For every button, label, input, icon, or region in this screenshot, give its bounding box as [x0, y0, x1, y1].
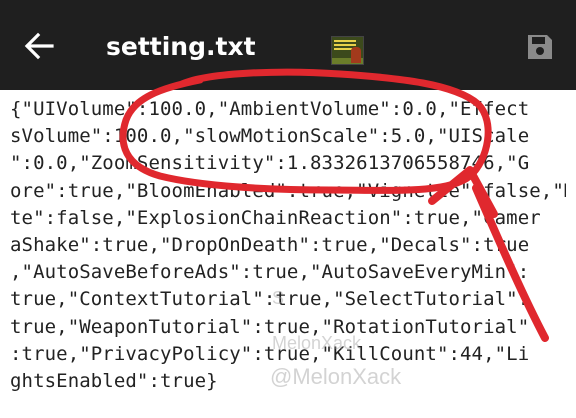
- game-thumbnail: [331, 36, 364, 65]
- file-line: ":0.0,"ZoomSensitivity":1.83326137065587…: [10, 152, 530, 175]
- file-line: ore":true,"BloomEnabled":true,"Vignette"…: [10, 179, 566, 202]
- file-line: te":false,"ExplosionChainReaction":true,…: [10, 206, 541, 229]
- thumbnail-figure: [351, 47, 361, 63]
- floppy-disk-icon: [528, 35, 552, 59]
- app-bar: setting.txt: [0, 0, 576, 90]
- file-content[interactable]: {"UIVolume":100.0,"AmbientVolume":0.0,"E…: [10, 96, 566, 395]
- file-line: ghtsEnabled":true}: [10, 369, 218, 392]
- arrow-left-icon: [24, 32, 54, 60]
- file-line: ,"AutoSaveBeforeAds":true,"AutoSaveEvery…: [10, 261, 530, 284]
- file-line: :true,"PrivacyPolicy":true,"KillCount":4…: [10, 342, 530, 365]
- file-line: aShake":true,"DropOnDeath":true,"Decals"…: [10, 233, 530, 256]
- file-line: true,"ContextTutorial":true,"SelectTutor…: [10, 288, 530, 311]
- screen: setting.txt {"UIVolume":100.0,"AmbientVo…: [0, 0, 576, 418]
- file-line: {"UIVolume":100.0,"AmbientVolume":0.0,"E…: [10, 98, 530, 120]
- file-title: setting.txt: [106, 32, 256, 61]
- file-line: true,"WeaponTutorial":true,"RotationTuto…: [10, 315, 530, 338]
- file-line: sVolume":100.0,"slowMotionScale":5.0,"UI…: [10, 125, 530, 148]
- back-button[interactable]: [22, 28, 58, 64]
- save-button[interactable]: [525, 32, 555, 62]
